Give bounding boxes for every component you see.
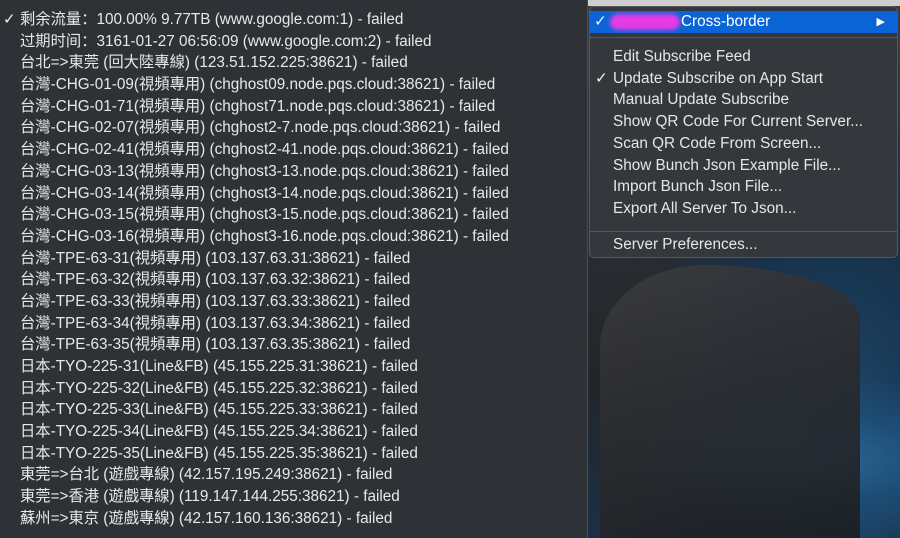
server-menu-item[interactable]: 台灣-TPE-63-35(視頻專用) (103.137.63.35:38621)… bbox=[0, 334, 587, 356]
server-menu-item-label: 台灣-CHG-03-16(視頻專用) (chghost3-16.node.pqs… bbox=[20, 227, 509, 245]
server-menu-item-label: 日本-TYO-225-35(Line&FB) (45.155.225.35:38… bbox=[20, 444, 418, 462]
server-menu-item-label: 剩余流量：100.00% 9.77TB (www.google.com:1) -… bbox=[20, 11, 404, 28]
server-menu-item[interactable]: 过期时间：3161-01-27 06:56:09 (www.google.com… bbox=[0, 31, 587, 53]
server-menu-item[interactable]: 台灣-CHG-02-07(視頻專用) (chghost2-7.node.pqs.… bbox=[0, 117, 587, 139]
server-menu-item[interactable]: 台灣-CHG-03-16(視頻專用) (chghost3-16.node.pqs… bbox=[0, 226, 587, 248]
submenu-cross-border-item[interactable]: ✓ Cross-border ▶ bbox=[590, 11, 897, 33]
submenu-item-label: Export All Server To Json... bbox=[613, 199, 797, 217]
server-menu-item-label: 台灣-TPE-63-32(視頻專用) (103.137.63.32:38621)… bbox=[20, 271, 411, 289]
submenu-item-label: Server Preferences... bbox=[613, 236, 758, 253]
server-menu-item-label: 台灣-CHG-01-71(視頻專用) (chghost71.node.pqs.c… bbox=[20, 97, 496, 115]
server-menu-item-label: 東莞=>台北 (遊戲專線) (42.157.195.249:38621) - f… bbox=[20, 466, 393, 484]
server-menu-item-label: 蘇州=>東京 (遊戲專線) (42.157.160.136:38621) - f… bbox=[20, 509, 393, 527]
server-menu-item-label: 台灣-CHG-02-07(視頻專用) (chghost2-7.node.pqs.… bbox=[20, 119, 501, 137]
server-menu-item[interactable]: 日本-TYO-225-33(Line&FB) (45.155.225.33:38… bbox=[0, 399, 587, 421]
submenu-item-label: Edit Subscribe Feed bbox=[613, 48, 751, 65]
submenu-item-label: Manual Update Subscribe bbox=[613, 91, 790, 109]
menu-separator bbox=[590, 231, 897, 232]
server-menu-item[interactable]: 台灣-CHG-02-41(視頻專用) (chghost2-41.node.pqs… bbox=[0, 139, 587, 161]
server-menu-item[interactable]: 台灣-TPE-63-32(視頻專用) (103.137.63.32:38621)… bbox=[0, 269, 587, 291]
server-menu-item[interactable]: 台灣-TPE-63-33(視頻專用) (103.137.63.33:38621)… bbox=[0, 291, 587, 313]
redacted-label bbox=[610, 14, 680, 30]
chevron-right-icon: ▶ bbox=[876, 16, 885, 28]
server-menu-item-label: 台灣-CHG-03-14(視頻專用) (chghost3-14.node.pqs… bbox=[20, 184, 509, 202]
server-menu-item[interactable]: 台灣-CHG-01-09(視頻專用) (chghost09.node.pqs.c… bbox=[0, 74, 587, 96]
server-menu-item-label: 日本-TYO-225-32(Line&FB) (45.155.225.32:38… bbox=[20, 379, 418, 397]
menu-separator bbox=[590, 37, 897, 38]
submenu-item[interactable]: ✓ Update Subscribe on App Start bbox=[590, 68, 897, 90]
server-menu-item[interactable]: 東莞=>台北 (遊戲專線) (42.157.195.249:38621) - f… bbox=[0, 464, 587, 486]
checkmark-icon: ✓ bbox=[595, 69, 608, 87]
submenu-item[interactable]: Import Bunch Json File... bbox=[590, 176, 897, 198]
server-menu-item[interactable]: 日本-TYO-225-35(Line&FB) (45.155.225.35:38… bbox=[0, 443, 587, 465]
submenu-item-label: Import Bunch Json File... bbox=[613, 178, 783, 196]
server-menu-item[interactable]: ✓ 剩余流量：100.00% 9.77TB (www.google.com:1) … bbox=[0, 9, 587, 31]
submenu-item-label: Show Bunch Json Example File... bbox=[613, 156, 841, 174]
submenu-item[interactable]: Show Bunch Json Example File... bbox=[590, 155, 897, 177]
server-menu-item-label: 台北=>東莞 (回大陸專線) (123.51.152.225:38621) - … bbox=[20, 54, 408, 72]
server-menu-item[interactable]: 台灣-TPE-63-34(視頻專用) (103.137.63.34:38621)… bbox=[0, 313, 587, 335]
server-menu-item[interactable]: 台灣-CHG-03-15(視頻專用) (chghost3-15.node.pqs… bbox=[0, 204, 587, 226]
server-menu-item[interactable]: 日本-TYO-225-34(Line&FB) (45.155.225.34:38… bbox=[0, 421, 587, 443]
server-menu-item-label: 台灣-CHG-02-41(視頻專用) (chghost2-41.node.pqs… bbox=[20, 141, 509, 159]
submenu-item[interactable]: Manual Update Subscribe bbox=[590, 89, 897, 111]
subscription-submenu: ✓ Cross-border ▶ Edit Subscribe Feed ✓ Upd… bbox=[589, 6, 898, 258]
submenu-item[interactable]: Show QR Code For Current Server... bbox=[590, 111, 897, 133]
submenu-item[interactable]: Export All Server To Json... bbox=[590, 198, 897, 220]
submenu-item[interactable]: Scan QR Code From Screen... bbox=[590, 133, 897, 155]
submenu-header-label: Cross-border bbox=[681, 13, 771, 30]
submenu-item-label: Scan QR Code From Screen... bbox=[613, 134, 822, 152]
server-menu-item-label: 台灣-CHG-03-13(視頻專用) (chghost3-13.node.pqs… bbox=[20, 162, 509, 180]
server-menu-item-label: 台灣-TPE-63-33(視頻專用) (103.137.63.33:38621)… bbox=[20, 292, 411, 310]
server-menu-item-label: 台灣-CHG-01-09(視頻專用) (chghost09.node.pqs.c… bbox=[20, 76, 496, 94]
server-menu-item-label: 过期时间：3161-01-27 06:56:09 (www.google.com… bbox=[20, 32, 432, 50]
server-menu-item-label: 台灣-TPE-63-34(視頻專用) (103.137.63.34:38621)… bbox=[20, 314, 411, 332]
submenu-item-label: Show QR Code For Current Server... bbox=[613, 113, 863, 131]
wallpaper-rock bbox=[600, 265, 860, 538]
server-menu-item-label: 東莞=>香港 (遊戲專線) (119.147.144.255:38621) - … bbox=[20, 488, 400, 506]
server-menu-item[interactable]: 台灣-CHG-03-13(視頻專用) (chghost3-13.node.pqs… bbox=[0, 161, 587, 183]
server-menu-item[interactable]: 蘇州=>東京 (遊戲專線) (42.157.160.136:38621) - f… bbox=[0, 508, 587, 530]
server-menu-item[interactable]: 東莞=>香港 (遊戲專線) (119.147.144.255:38621) - … bbox=[0, 486, 587, 508]
server-menu-item[interactable]: 台灣-CHG-03-14(視頻專用) (chghost3-14.node.pqs… bbox=[0, 183, 587, 205]
server-menu-item[interactable]: 台灣-CHG-01-71(視頻專用) (chghost71.node.pqs.c… bbox=[0, 96, 587, 118]
checkmark-icon: ✓ bbox=[594, 13, 607, 30]
checkmark-icon: ✓ bbox=[3, 11, 16, 28]
server-menu-item[interactable]: 台北=>東莞 (回大陸專線) (123.51.152.225:38621) - … bbox=[0, 52, 587, 74]
server-menu-item-label: 日本-TYO-225-33(Line&FB) (45.155.225.33:38… bbox=[20, 401, 418, 419]
server-menu-item-label: 日本-TYO-225-34(Line&FB) (45.155.225.34:38… bbox=[20, 423, 418, 441]
server-menu-item[interactable]: 日本-TYO-225-32(Line&FB) (45.155.225.32:38… bbox=[0, 378, 587, 400]
server-list-menu: ✓ 剩余流量：100.00% 9.77TB (www.google.com:1) … bbox=[0, 0, 588, 538]
submenu-item[interactable]: Edit Subscribe Feed bbox=[590, 46, 897, 68]
server-menu-item-label: 台灣-TPE-63-31(視頻專用) (103.137.63.31:38621)… bbox=[20, 249, 411, 267]
server-menu-item-label: 日本-TYO-225-31(Line&FB) (45.155.225.31:38… bbox=[20, 358, 418, 375]
submenu-item[interactable]: Server Preferences... bbox=[590, 234, 897, 256]
server-menu-item-label: 台灣-TPE-63-35(視頻專用) (103.137.63.35:38621)… bbox=[20, 336, 411, 354]
server-menu-item-label: 台灣-CHG-03-15(視頻專用) (chghost3-15.node.pqs… bbox=[20, 206, 509, 224]
server-menu-item[interactable]: 台灣-TPE-63-31(視頻專用) (103.137.63.31:38621)… bbox=[0, 248, 587, 270]
server-menu-item[interactable]: 日本-TYO-225-31(Line&FB) (45.155.225.31:38… bbox=[0, 356, 587, 378]
submenu-item-label: Update Subscribe on App Start bbox=[613, 69, 824, 87]
